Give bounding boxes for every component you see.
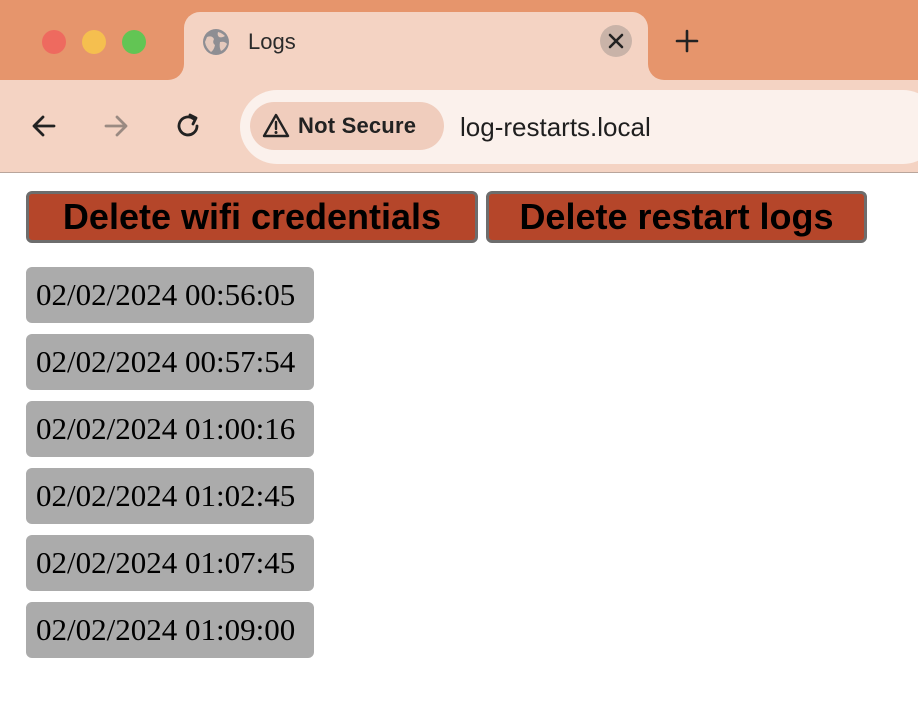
log-entry: 02/02/2024 01:00:16 bbox=[26, 401, 314, 457]
arrow-right-icon[interactable] bbox=[100, 110, 132, 142]
window-minimize-button[interactable] bbox=[82, 30, 106, 54]
close-icon[interactable] bbox=[600, 25, 632, 57]
security-chip[interactable]: Not Secure bbox=[250, 102, 444, 150]
window-close-button[interactable] bbox=[42, 30, 66, 54]
tab-strip: Logs bbox=[0, 0, 918, 80]
address-bar[interactable]: Not Secure log-restarts.local bbox=[240, 90, 918, 164]
log-entry: 02/02/2024 01:09:00 bbox=[26, 602, 314, 658]
window-maximize-button[interactable] bbox=[122, 30, 146, 54]
tab-title: Logs bbox=[248, 29, 296, 54]
url-text[interactable]: log-restarts.local bbox=[460, 112, 651, 142]
reload-icon[interactable] bbox=[172, 110, 204, 142]
log-entry: 02/02/2024 01:07:45 bbox=[26, 535, 314, 591]
globe-icon bbox=[202, 28, 230, 56]
delete-wifi-credentials-button[interactable]: Delete wifi credentials bbox=[26, 191, 478, 243]
arrow-left-icon[interactable] bbox=[28, 110, 60, 142]
delete-restart-logs-button[interactable]: Delete restart logs bbox=[486, 191, 867, 243]
log-entry: 02/02/2024 00:57:54 bbox=[26, 334, 314, 390]
browser-toolbar: Not Secure log-restarts.local bbox=[0, 80, 918, 173]
warning-triangle-icon bbox=[262, 112, 290, 140]
browser-tab[interactable]: Logs bbox=[184, 12, 648, 80]
page-content: Delete wifi credentials Delete restart l… bbox=[0, 173, 918, 702]
plus-icon[interactable] bbox=[672, 26, 702, 56]
log-entry: 02/02/2024 01:02:45 bbox=[26, 468, 314, 524]
log-entry: 02/02/2024 00:56:05 bbox=[26, 267, 314, 323]
security-label: Not Secure bbox=[298, 113, 417, 138]
